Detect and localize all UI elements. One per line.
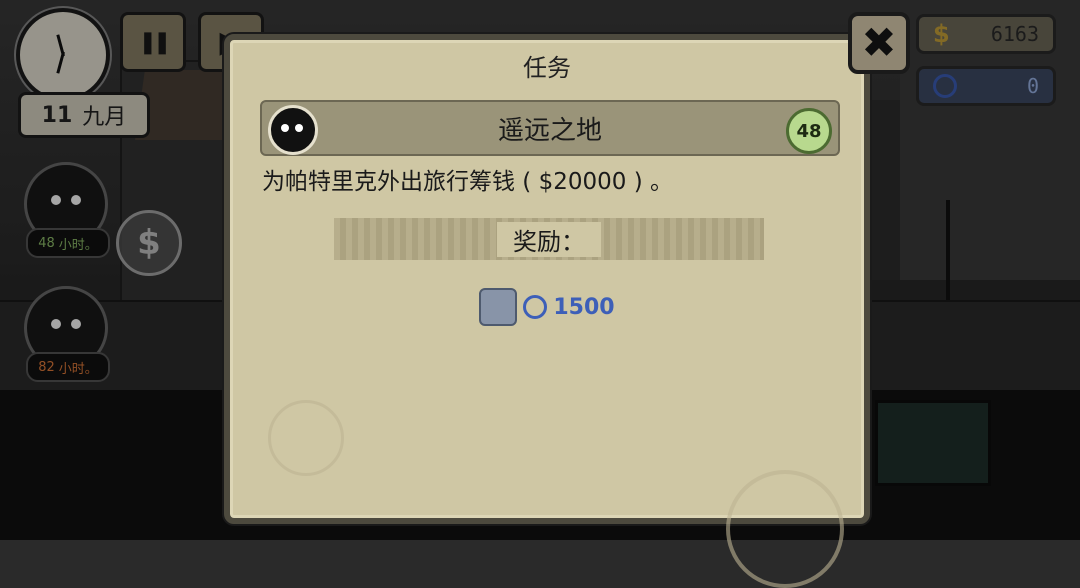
dialog-title: 任务 xyxy=(523,54,571,82)
mission-dialog: 任务 遥远之地 48 为帕特里克外出旅行筹钱 ( $20000 ) 。 奖励： … xyxy=(224,34,870,588)
level-badge: 48 xyxy=(786,108,832,154)
mission-description: 为帕特里克外出旅行筹钱 ( $20000 ) 。 xyxy=(262,169,673,195)
gear-watermark xyxy=(726,470,844,588)
mission-name: 遥远之地 xyxy=(497,115,602,146)
shield-icon xyxy=(479,288,518,326)
mission-header: 遥远之地 48 xyxy=(260,100,840,156)
reward-row: 1500 xyxy=(230,288,864,326)
close-icon: ✖ xyxy=(861,18,897,67)
token-icon xyxy=(523,295,548,319)
reward-label: 奖励： xyxy=(497,221,601,257)
reward-header: 奖励： xyxy=(334,218,764,260)
character-head-icon xyxy=(268,105,318,155)
close-button[interactable]: ✖ xyxy=(848,12,910,74)
compass-watermark xyxy=(268,400,344,476)
character-eyes xyxy=(281,124,303,132)
reward-amount: 1500 xyxy=(553,294,615,320)
